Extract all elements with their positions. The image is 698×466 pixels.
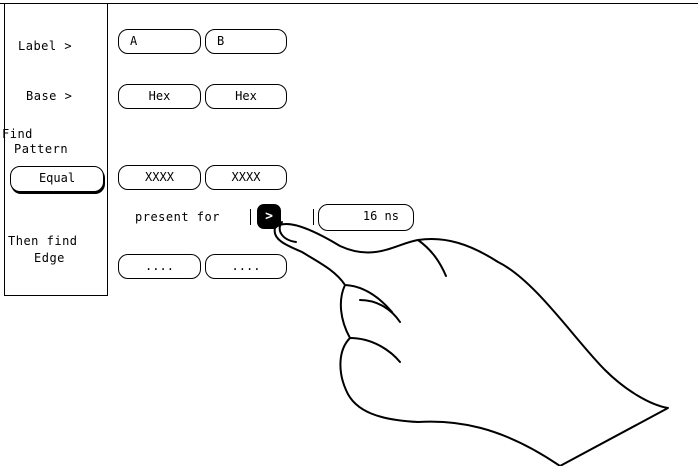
hand-outline	[273, 223, 669, 466]
pointing-hand-illustration	[273, 221, 669, 466]
